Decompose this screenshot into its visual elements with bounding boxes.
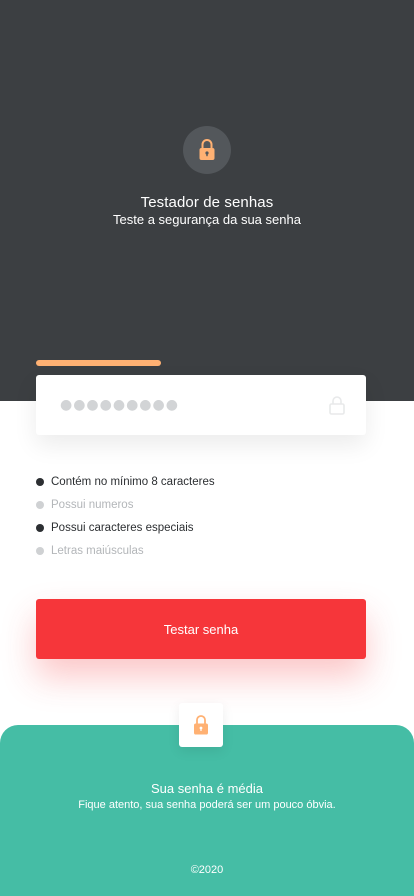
password-field[interactable] <box>36 375 366 435</box>
password-criteria-list: Contém no mínimo 8 caracteres Possui num… <box>36 470 215 562</box>
copyright-text: ©2020 <box>190 864 224 876</box>
strength-meter-bar <box>36 360 161 366</box>
criteria-item: Possui numeros <box>36 493 215 516</box>
criteria-item: Possui caracteres especiais <box>36 516 215 539</box>
app-subtitle: Teste a segurança da sua senha <box>113 212 301 227</box>
test-password-button[interactable]: Testar senha <box>36 599 366 659</box>
criteria-dot <box>36 500 44 509</box>
criteria-label: Possui numeros <box>51 498 134 511</box>
password-input[interactable] <box>60 391 320 419</box>
result-lock-badge <box>179 703 223 747</box>
lock-icon <box>329 396 345 415</box>
criteria-dot <box>36 546 44 555</box>
lock-icon <box>194 715 208 735</box>
result-message: Fique atento, sua senha poderá ser um po… <box>78 799 336 811</box>
criteria-dot <box>36 523 44 532</box>
criteria-item: Letras maiúsculas <box>36 539 215 562</box>
header-lock-badge <box>183 126 231 174</box>
criteria-item: Contém no mínimo 8 caracteres <box>36 470 215 493</box>
criteria-dot <box>36 477 44 486</box>
criteria-label: Contém no mínimo 8 caracteres <box>51 475 215 488</box>
header-panel: Testador de senhas Teste a segurança da … <box>0 0 414 401</box>
criteria-label: Letras maiúsculas <box>51 544 144 557</box>
app-title: Testador de senhas <box>140 194 274 211</box>
lock-icon <box>199 139 215 160</box>
criteria-label: Possui caracteres especiais <box>51 521 194 534</box>
result-title: Sua senha é média <box>150 781 264 796</box>
